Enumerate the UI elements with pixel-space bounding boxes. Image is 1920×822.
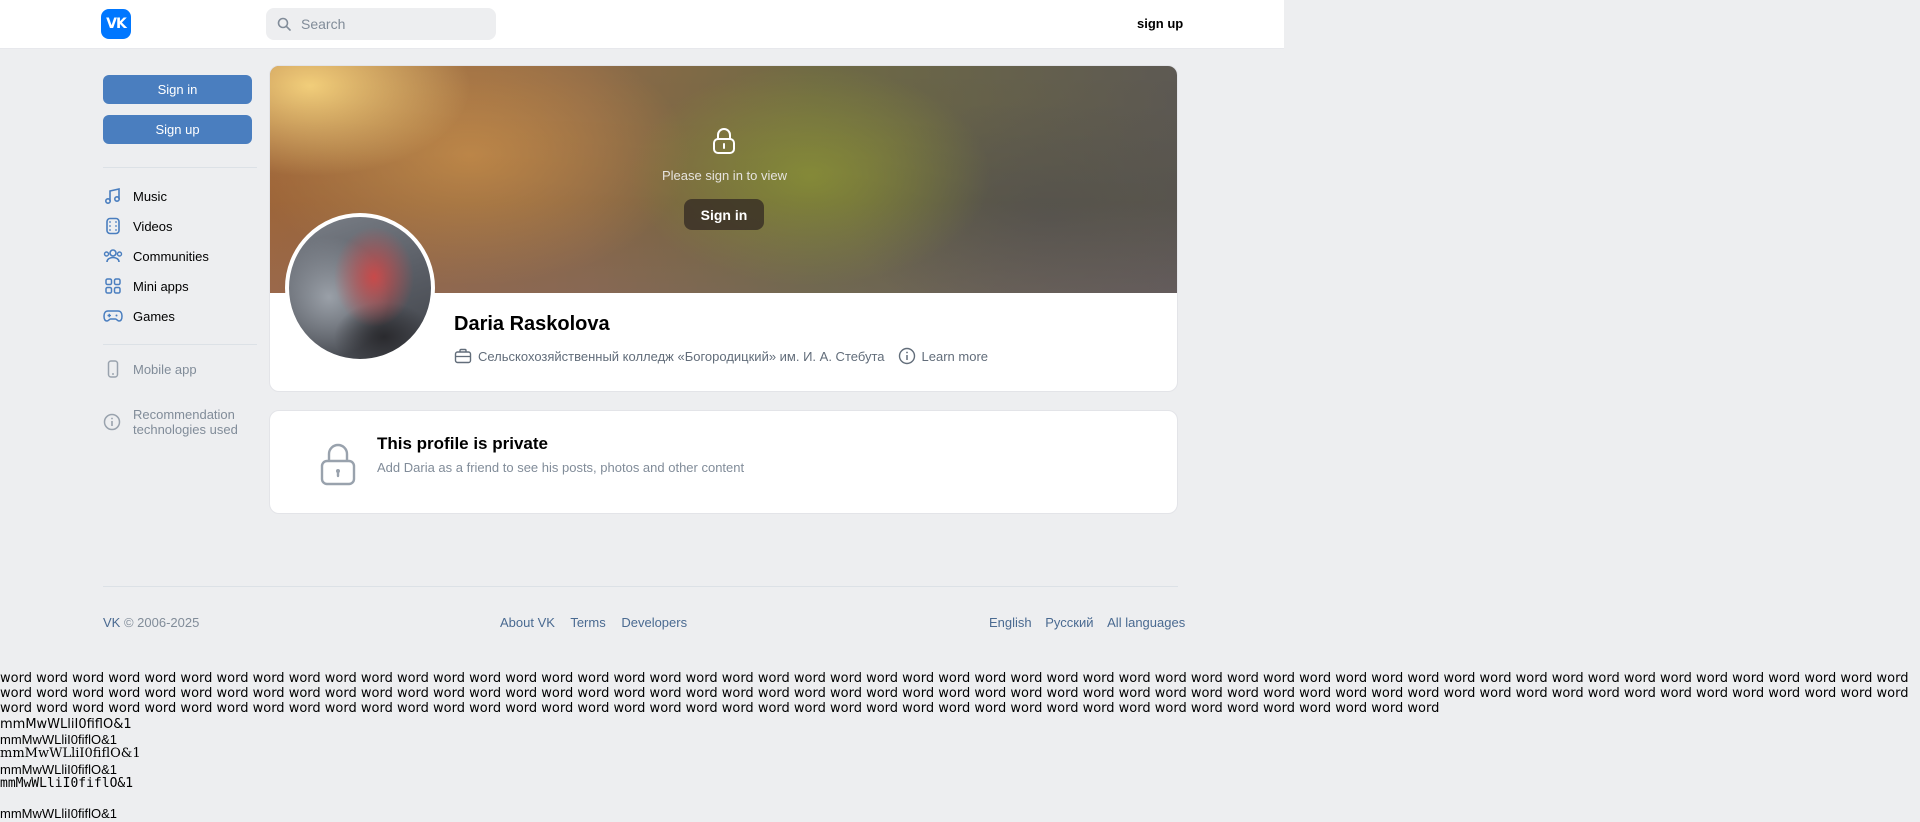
mini-apps-icon xyxy=(103,276,123,296)
font-probe-line: mmMwWLliI0fiflO&1 xyxy=(0,776,134,791)
font-probe-line: mmMwWLliI0fiflO&1 xyxy=(0,732,118,747)
gamepad-icon xyxy=(103,306,123,326)
recommendation-line2: technologies used xyxy=(133,422,238,437)
sidebar-divider xyxy=(103,167,257,168)
recommendation-text: Recommendation technologies used xyxy=(133,407,238,437)
footer-languages: English Русский All languages xyxy=(989,615,1185,630)
workplace-text[interactable]: Сельскохозяйственный колледж «Богородицк… xyxy=(478,349,885,364)
sidebar-item-mini-apps[interactable]: Mini apps xyxy=(103,276,189,296)
sidebar-item-mobile-app[interactable]: Mobile app xyxy=(103,359,197,379)
top-signup-link[interactable]: sign up xyxy=(1137,16,1183,31)
all-languages-link[interactable]: All languages xyxy=(1107,615,1185,630)
briefcase-icon xyxy=(454,347,472,365)
private-title: This profile is private xyxy=(377,434,548,453)
music-icon xyxy=(103,186,123,206)
sidebar-recommendation-link[interactable]: Recommendation technologies used xyxy=(103,407,238,437)
cover-signin-button[interactable]: Sign in xyxy=(684,199,764,230)
phone-icon xyxy=(103,359,123,379)
lock-icon xyxy=(320,443,356,486)
search-input[interactable] xyxy=(299,15,483,33)
font-probe-line: mmMwWLliI0fiflO&1 xyxy=(0,762,118,777)
avatar[interactable] xyxy=(285,213,435,363)
profile-card: Please sign in to view Sign in Daria Ras… xyxy=(269,65,1178,392)
sidebar-item-games[interactable]: Games xyxy=(103,306,175,326)
sidebar-signin-button[interactable]: Sign in xyxy=(103,75,252,104)
font-probe-words: word word word word word word word word … xyxy=(0,671,1909,716)
language-english-link[interactable]: English xyxy=(989,615,1032,630)
font-probe-line: mmMwWLliI0fiflO&1 xyxy=(0,806,118,821)
sign-in-prompt: Please sign in to view xyxy=(661,168,787,183)
font-probe-line: mmMwWLliI0fiflO&1 xyxy=(0,717,132,732)
search-icon xyxy=(277,17,291,31)
copyright-text: © 2006-2025 xyxy=(123,615,200,630)
sidebar-item-videos[interactable]: Videos xyxy=(103,216,173,236)
info-icon xyxy=(103,413,123,433)
profile-name: Daria Raskolova xyxy=(454,313,610,335)
sidebar-item-music[interactable]: Music xyxy=(103,186,167,206)
communities-icon xyxy=(103,246,123,266)
sidebar-item-label: Games xyxy=(133,308,175,324)
recommendation-line1: Recommendation xyxy=(133,407,235,422)
sidebar-item-communities[interactable]: Communities xyxy=(103,246,209,266)
sidebar-signup-button[interactable]: Sign up xyxy=(103,115,252,144)
private-subtitle: Add Daria as a friend to see his posts, … xyxy=(377,460,745,475)
learn-more-link[interactable]: Learn more xyxy=(898,347,988,365)
private-profile-card: This profile is private Add Daria as a f… xyxy=(269,410,1178,514)
top-bar: VK sign up xyxy=(0,0,1284,49)
footer-links: About VK Terms Developers xyxy=(500,615,699,630)
footer-about-link[interactable]: About VK xyxy=(500,615,555,630)
sidebar-item-label: Music xyxy=(133,188,167,204)
info-icon xyxy=(898,347,916,365)
learn-more-label: Learn more xyxy=(921,348,989,364)
sidebar-item-label: Mini apps xyxy=(133,278,189,294)
font-probe-line: mmMwWLliI0fiflO&1 xyxy=(0,746,141,761)
sidebar-item-label: Videos xyxy=(133,218,173,234)
sidebar-item-label: Communities xyxy=(133,248,209,264)
footer-copyright: VK © 2006-2025 xyxy=(103,615,199,630)
footer-vk-link[interactable]: VK xyxy=(103,615,120,630)
language-russian-link[interactable]: Русский xyxy=(1045,615,1093,630)
vk-logo[interactable]: VK xyxy=(101,9,131,39)
video-icon xyxy=(103,216,123,236)
footer-developers-link[interactable]: Developers xyxy=(621,615,687,630)
sidebar-item-label: Mobile app xyxy=(133,361,197,377)
footer-divider xyxy=(103,586,1178,587)
sidebar-divider xyxy=(103,344,257,345)
font-probe: word word word word word word word word … xyxy=(0,671,1920,716)
footer-terms-link[interactable]: Terms xyxy=(570,615,605,630)
profile-meta: Сельскохозяйственный колледж «Богородицк… xyxy=(454,347,988,365)
lock-icon xyxy=(713,128,735,154)
search-box[interactable] xyxy=(266,8,496,40)
